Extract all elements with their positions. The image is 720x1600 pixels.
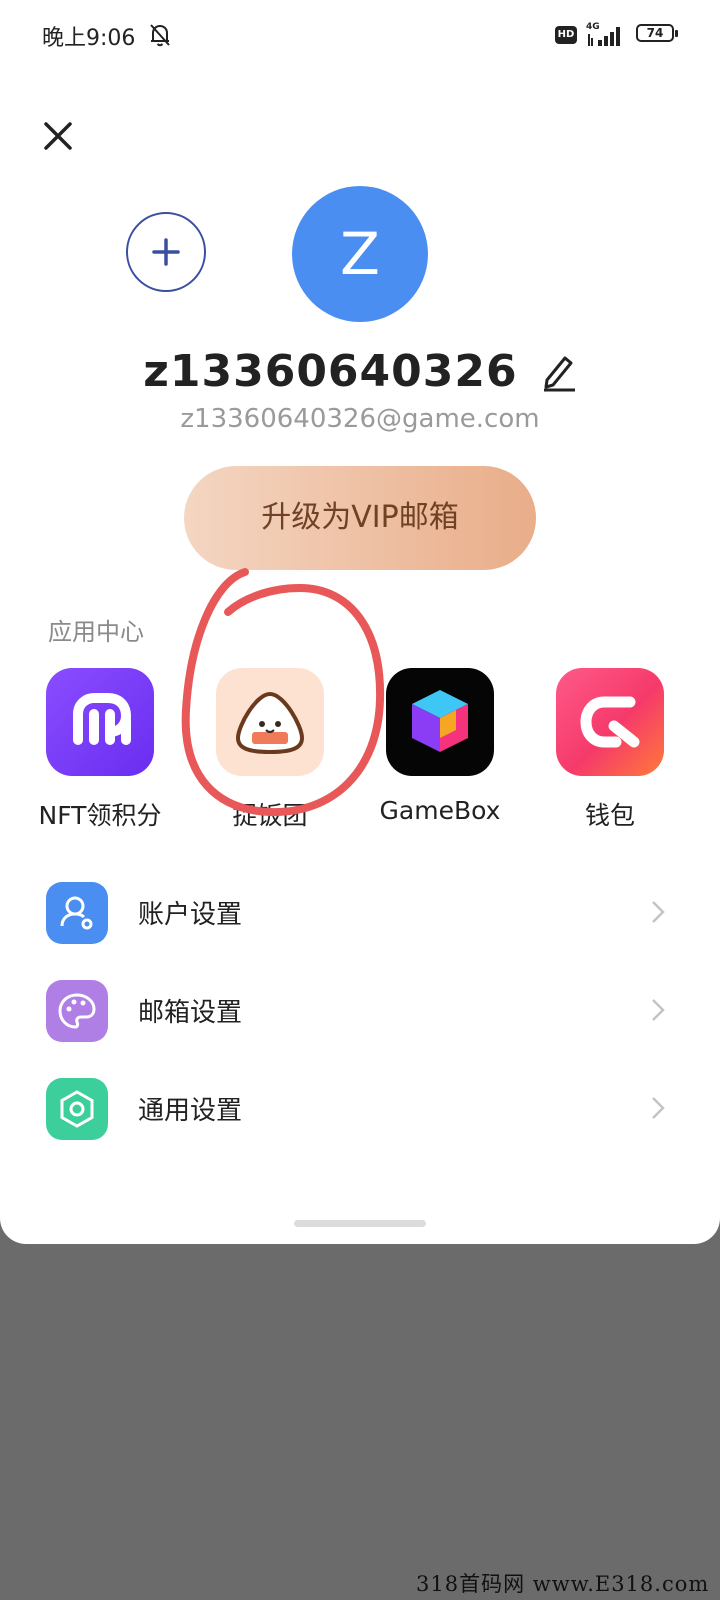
account-sheet: 晚上9:06 HD 4G 74 Z z13360640326 z13360640… xyxy=(0,0,720,1244)
app-rice-ball[interactable]: 捉饭团 xyxy=(190,668,350,832)
add-account-button[interactable] xyxy=(126,212,206,292)
chevron-right-icon xyxy=(652,999,665,1021)
plus-icon xyxy=(152,238,180,266)
account-email: z13360640326@game.com xyxy=(180,404,540,434)
palette-icon xyxy=(46,980,108,1042)
app-label: 捉饭团 xyxy=(232,801,308,830)
app-label: 钱包 xyxy=(584,801,635,830)
close-icon[interactable] xyxy=(40,118,76,154)
app-center-title: 应用中心 xyxy=(48,618,144,646)
app-label: NFT领积分 xyxy=(38,801,162,830)
home-indicator[interactable] xyxy=(294,1220,426,1227)
setting-label: 邮箱设置 xyxy=(138,998,243,1028)
setting-label: 账户设置 xyxy=(138,900,243,930)
bell-muted-icon xyxy=(150,24,170,47)
user-gear-icon xyxy=(46,882,108,944)
signal-icon: 4G xyxy=(586,22,620,46)
chevron-right-icon xyxy=(652,901,665,923)
app-nft-points[interactable]: NFT领积分 xyxy=(20,668,180,832)
status-time: 晚上9:06 xyxy=(42,26,136,51)
rice-ball-icon xyxy=(216,668,324,776)
edit-pencil-icon[interactable] xyxy=(541,352,577,392)
battery-tip xyxy=(675,30,678,37)
username: z13360640326 xyxy=(143,346,518,397)
hd-badge: HD xyxy=(555,26,577,44)
battery-indicator: 74 xyxy=(636,24,680,44)
watermark: 318首码网 www.E318.com xyxy=(416,1572,710,1596)
username-row: z13360640326 xyxy=(0,346,720,397)
app-wallet[interactable]: 钱包 xyxy=(530,668,690,832)
nft-m-icon xyxy=(46,668,154,776)
setting-label: 通用设置 xyxy=(138,1096,243,1126)
hexagon-icon xyxy=(46,1078,108,1140)
mailbox-settings-row[interactable]: 邮箱设置 xyxy=(0,966,720,1056)
account-settings-row[interactable]: 账户设置 xyxy=(0,868,720,958)
general-settings-row[interactable]: 通用设置 xyxy=(0,1064,720,1154)
battery-level: 74 xyxy=(636,24,674,42)
upgrade-vip-button[interactable]: 升级为VIP邮箱 xyxy=(184,466,536,570)
network-label: 4G xyxy=(586,22,600,32)
chevron-right-icon xyxy=(652,1097,665,1119)
cube-icon xyxy=(386,668,494,776)
avatar[interactable]: Z xyxy=(292,186,428,322)
wallet-g-icon xyxy=(556,668,664,776)
app-label: GameBox xyxy=(379,796,501,825)
status-bar: 晚上9:06 HD 4G 74 xyxy=(0,0,720,70)
app-gamebox[interactable]: GameBox xyxy=(360,668,520,825)
